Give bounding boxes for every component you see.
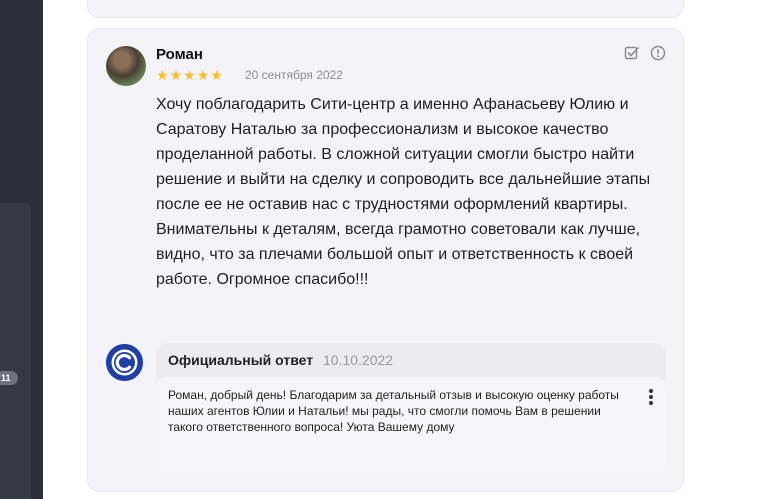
review-actions bbox=[624, 45, 666, 61]
official-reply: Официальный ответ 10.10.2022 Роман, добр… bbox=[156, 343, 666, 473]
company-c-logo-icon bbox=[106, 344, 143, 381]
reply-date: 10.10.2022 bbox=[322, 352, 394, 368]
left-sidebar: 11 bbox=[0, 0, 43, 499]
review-date: 20 сентября 2022 bbox=[245, 68, 343, 82]
more-vertical-icon[interactable] bbox=[648, 389, 654, 405]
star-icon: ★ bbox=[183, 67, 196, 83]
star-icon: ★ bbox=[156, 67, 169, 83]
rating-stars: ★ ★ ★ ★ ★ bbox=[156, 67, 223, 83]
reply-body: Роман, добрый день! Благодарим за деталь… bbox=[156, 377, 666, 473]
star-icon: ★ bbox=[210, 67, 223, 83]
review-text: Хочу поблагодарить Сити-центр а именно А… bbox=[156, 96, 651, 288]
star-icon: ★ bbox=[196, 67, 210, 83]
star-icon: ★ bbox=[169, 67, 183, 83]
reply-title: Официальный ответ bbox=[168, 352, 314, 368]
avatar[interactable] bbox=[106, 46, 146, 86]
reply-header: Официальный ответ 10.10.2022 bbox=[168, 351, 393, 369]
sidebar-panel bbox=[0, 203, 31, 499]
previous-review-card bbox=[87, 0, 684, 18]
count-badge[interactable]: 11 bbox=[0, 371, 18, 385]
report-icon[interactable] bbox=[650, 45, 666, 61]
review-author[interactable]: Роман bbox=[156, 46, 203, 63]
reply-text: Роман, добрый день! Благодарим за деталь… bbox=[168, 388, 619, 434]
checkbox-edit-icon[interactable] bbox=[624, 45, 640, 61]
